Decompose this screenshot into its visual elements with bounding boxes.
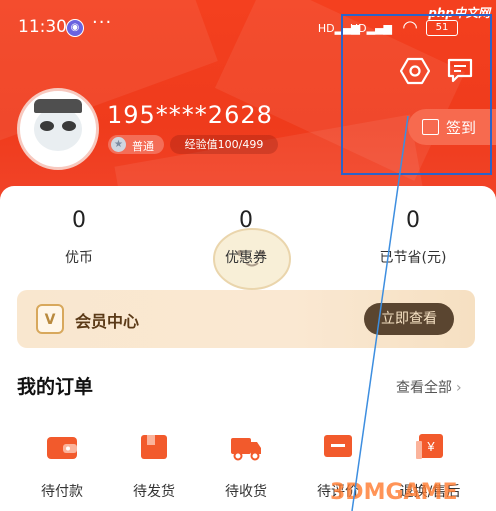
package-icon: [141, 435, 167, 459]
panda-eye: [40, 121, 54, 131]
avatar[interactable]: [17, 88, 99, 170]
refund-icon: ¥: [416, 434, 443, 459]
chevron-right-icon: ›: [456, 380, 462, 396]
experience-badge[interactable]: 经验值100/499: [170, 135, 278, 154]
vip-shield-icon: V: [36, 304, 64, 334]
stat-value: 0: [239, 208, 253, 233]
user-phone: 195****2628: [107, 101, 273, 129]
order-pending-shipment[interactable]: 待发货: [114, 431, 194, 501]
app-notification-icon: ◉: [66, 19, 84, 37]
comment-icon: [324, 435, 352, 457]
stat-saved[interactable]: 0 已节省(元): [353, 205, 473, 267]
status-time: 11:30: [18, 17, 67, 37]
panda-hat: [34, 99, 82, 113]
stat-label: 优惠券: [225, 250, 267, 266]
stat-value: 0: [406, 208, 420, 233]
orders-title: 我的订单: [17, 376, 94, 398]
panda-eye: [62, 121, 76, 131]
watermark-3dmgame: 3DMGAME: [330, 480, 458, 505]
order-pending-receipt[interactable]: 待收货: [206, 431, 286, 501]
stat-value: 0: [72, 208, 86, 233]
stat-label: 已节省(元): [379, 250, 447, 266]
wallet-icon: [47, 437, 77, 459]
order-label: 待付款: [41, 484, 83, 500]
vip-title: 会员中心: [75, 312, 140, 331]
svg-text:¥: ¥: [426, 439, 435, 454]
annotation-highlight-box: [341, 14, 492, 175]
member-level-label: 普通: [132, 140, 154, 153]
orders-view-all-label: 查看全部: [396, 380, 452, 396]
orders-view-all-link[interactable]: 查看全部 ›: [396, 377, 462, 397]
star-icon: ★: [111, 137, 126, 152]
truck-icon: [231, 438, 261, 461]
stat-coupons[interactable]: 0 优惠券: [186, 205, 306, 267]
vip-view-button[interactable]: 立即查看: [364, 303, 454, 335]
vip-center-banner[interactable]: V 会员中心 立即查看: [17, 290, 475, 348]
panda-face: [34, 107, 82, 151]
stat-label: 优币: [65, 250, 93, 266]
order-label: 待发货: [133, 484, 175, 500]
status-more: ···: [92, 12, 113, 33]
stat-coins[interactable]: 0 优币: [19, 205, 139, 267]
member-level-badge[interactable]: ★ 普通: [108, 135, 164, 154]
order-label: 待收货: [225, 484, 267, 500]
order-pending-payment[interactable]: 待付款: [22, 431, 102, 501]
